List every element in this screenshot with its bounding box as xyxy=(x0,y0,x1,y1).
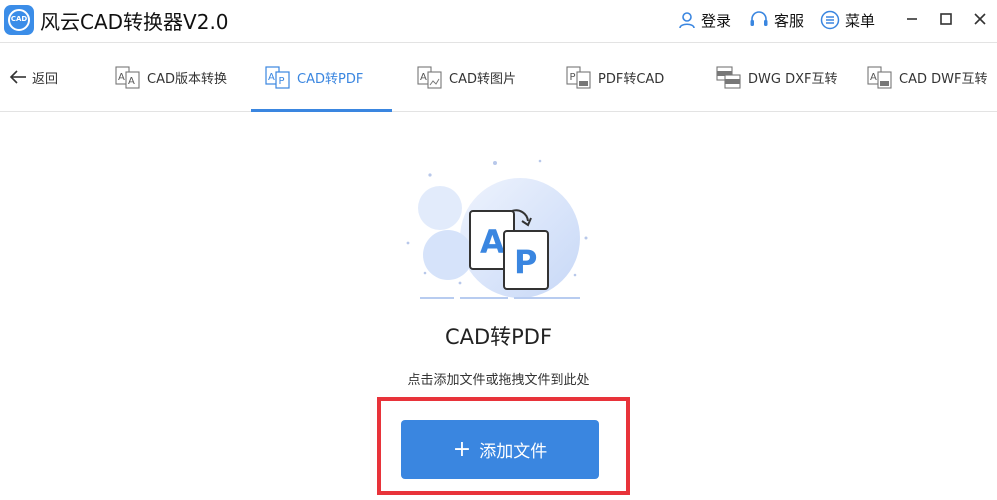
tab-cad-to-image[interactable]: A CAD转图片 xyxy=(417,43,516,111)
login-button[interactable]: 登录 xyxy=(678,9,731,31)
minimize-icon xyxy=(907,18,917,20)
minimize-button[interactable] xyxy=(901,8,923,30)
active-tab-indicator xyxy=(251,109,392,112)
back-label: 返回 xyxy=(32,71,59,87)
cad-version-icon: A A xyxy=(115,66,140,89)
tab-label: DWG DXF互转 xyxy=(748,71,838,87)
section-title: CAD转PDF xyxy=(444,325,553,349)
tab-dwg-dxf[interactable]: DWG DXF互转 xyxy=(716,43,837,111)
tab-label: PDF转CAD xyxy=(598,71,665,87)
menu-list-icon xyxy=(820,10,840,30)
headset-icon xyxy=(750,11,768,26)
service-label: 客服 xyxy=(774,11,805,30)
menu-label: 菜单 xyxy=(845,11,876,30)
svg-text:A: A xyxy=(870,72,877,83)
menu-button[interactable]: 菜单 xyxy=(820,9,875,31)
arrow-left-icon xyxy=(9,70,26,84)
tab-label: CAD转图片 xyxy=(449,71,516,87)
svg-text:P: P xyxy=(570,72,576,83)
app-logo: CAD xyxy=(4,5,34,35)
title-bar: CAD 风云CAD转换器V2.0 登录 客服 菜单 xyxy=(0,0,997,40)
back-button[interactable]: 返回 xyxy=(8,43,58,111)
dwg-dxf-icon xyxy=(716,66,741,89)
add-file-label: 添加文件 xyxy=(479,442,548,462)
tab-cad-version[interactable]: A A CAD版本转换 xyxy=(115,43,227,111)
tab-cad-dwf[interactable]: A CAD DWF互转 xyxy=(867,43,987,111)
svg-text:A: A xyxy=(268,72,275,83)
drop-hint: 点击添加文件或拖拽文件到此处 xyxy=(407,373,590,388)
plus-icon: + xyxy=(452,437,472,462)
tab-pdf-to-cad[interactable]: P PDF转CAD xyxy=(566,43,664,111)
hero-letter-p: P xyxy=(514,243,537,281)
tab-cad-to-pdf[interactable]: A P CAD转PDF xyxy=(265,43,363,111)
cad-to-pdf-illustration: A P xyxy=(406,159,588,299)
close-icon xyxy=(974,13,986,25)
tab-label: CAD版本转换 xyxy=(147,71,227,87)
main-panel[interactable]: A P CAD转PDF 点击添加文件或拖拽文件到此处 + 添加文件 xyxy=(0,113,997,500)
svg-text:A: A xyxy=(118,72,125,83)
tab-label: CAD转PDF xyxy=(297,71,364,87)
tab-label: CAD DWF互转 xyxy=(899,71,988,87)
tool-tab-bar: 返回 A A CAD版本转换 A P CAD转PDF A CAD转图片 P PD… xyxy=(0,42,997,112)
pdf-to-cad-icon: P xyxy=(566,66,591,89)
app-logo-text: CAD xyxy=(10,15,28,23)
svg-text:A: A xyxy=(420,72,427,83)
maximize-icon xyxy=(940,13,952,25)
service-button[interactable]: 客服 xyxy=(749,9,804,31)
close-button[interactable] xyxy=(969,8,991,30)
hero-letter-a: A xyxy=(480,223,505,261)
cad-to-pdf-icon: A P xyxy=(265,66,290,89)
svg-text:P: P xyxy=(279,76,285,87)
cad-to-image-icon: A xyxy=(417,66,442,89)
maximize-button[interactable] xyxy=(935,8,957,30)
add-file-button[interactable]: + 添加文件 xyxy=(401,420,599,479)
svg-text:A: A xyxy=(128,76,135,87)
app-title: 风云CAD转换器V2.0 xyxy=(40,10,229,34)
user-icon xyxy=(679,12,695,29)
login-label: 登录 xyxy=(701,11,732,30)
cad-dwf-icon: A xyxy=(867,66,892,89)
